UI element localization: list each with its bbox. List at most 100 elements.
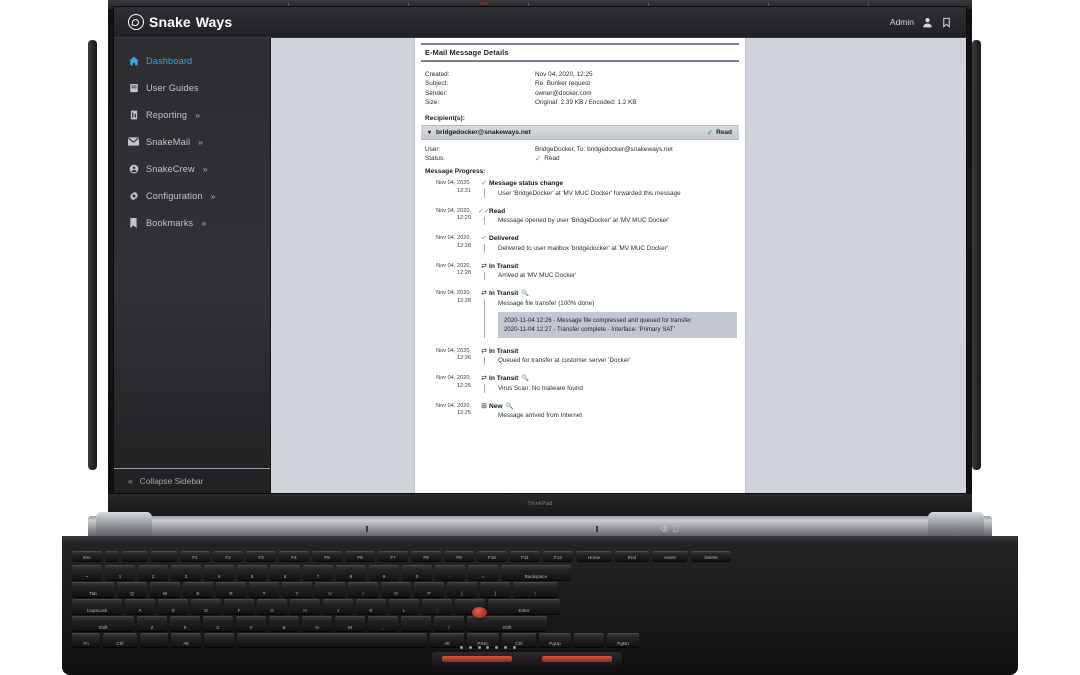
keyboard-key[interactable]: M	[335, 616, 365, 631]
sidebar-item-snakemail[interactable]: SnakeMail »	[114, 128, 270, 155]
keyboard-key[interactable]: C	[203, 616, 233, 631]
keyboard-key[interactable]: X	[170, 616, 200, 631]
keyboard-key[interactable]: F8	[411, 551, 441, 561]
keyboard-key[interactable]: Enter	[488, 599, 560, 614]
keyboard-key[interactable]: 9	[369, 565, 399, 580]
sidebar-item-configuration[interactable]: Configuration »	[114, 182, 270, 209]
keyboard-key[interactable]: Tab	[72, 582, 114, 597]
keyboard-key[interactable]: =	[468, 565, 498, 580]
sidebar-item-user-guides[interactable]: User Guides	[114, 74, 270, 101]
keyboard-key[interactable]: O	[381, 582, 411, 597]
keyboard-key[interactable]: Shift	[467, 616, 547, 631]
keyboard-key[interactable]: Delete	[691, 551, 731, 561]
keyboard-key[interactable]: 4	[204, 565, 234, 580]
keyboard-key[interactable]: I	[348, 582, 378, 597]
keyboard-key[interactable]	[237, 633, 427, 647]
keyboard-key[interactable]: /	[434, 616, 464, 631]
keyboard-key[interactable]: K	[356, 599, 386, 614]
keyboard-key[interactable]	[574, 633, 604, 647]
keyboard-key[interactable]: Home	[576, 551, 612, 561]
keyboard-key[interactable]: W	[150, 582, 180, 597]
keyboard-key[interactable]	[204, 633, 234, 647]
trackpoint-nub[interactable]	[472, 607, 487, 618]
keyboard-key[interactable]: 5	[237, 565, 267, 580]
keyboard-key[interactable]: -	[435, 565, 465, 580]
keyboard-key[interactable]: B	[269, 616, 299, 631]
bookmark-icon[interactable]	[941, 17, 952, 28]
keyboard-key[interactable]: ~	[72, 565, 102, 580]
keyboard-key[interactable]: PgUp	[539, 633, 571, 647]
keyboard-key[interactable]: F	[224, 599, 254, 614]
keyboard-key[interactable]: R	[216, 582, 246, 597]
keyboard-key[interactable]: S	[158, 599, 188, 614]
keyboard-key[interactable]: 8	[336, 565, 366, 580]
keyboard-key[interactable]: J	[323, 599, 353, 614]
keyboard-key[interactable]: Y	[282, 582, 312, 597]
keyboard-key[interactable]: Insert	[652, 551, 688, 561]
collapse-sidebar-button[interactable]: « Collapse Sidebar	[114, 468, 270, 493]
keyboard-key[interactable]: [	[447, 582, 477, 597]
keyboard-key[interactable]: End	[615, 551, 649, 561]
keyboard-key[interactable]: V	[236, 616, 266, 631]
magnifier-icon[interactable]: 🔍	[521, 375, 529, 384]
keyboard-key[interactable]: Esc	[72, 551, 102, 561]
keyboard-key[interactable]: F3	[246, 551, 276, 561]
keyboard-key[interactable]: 1	[105, 565, 135, 580]
keyboard-key[interactable]: F7	[378, 551, 408, 561]
keyboard-key[interactable]: PrtSc	[467, 633, 499, 647]
keyboard-key[interactable]: 0	[402, 565, 432, 580]
app-logo[interactable]: Snake Ways	[128, 14, 232, 30]
keyboard-key[interactable]: T	[249, 582, 279, 597]
magnifier-icon[interactable]: 🔍	[506, 403, 514, 412]
keyboard-key[interactable]: F5	[312, 551, 342, 561]
keyboard-key[interactable]: H	[290, 599, 320, 614]
keyboard-key[interactable]: 7	[303, 565, 333, 580]
sidebar-item-dashboard[interactable]: Dashboard	[114, 47, 270, 74]
keyboard-key[interactable]: N	[302, 616, 332, 631]
recipient-row[interactable]: ▾ bridgedocker@snakeways.net ✓ Read	[421, 124, 739, 140]
keyboard-key[interactable]: F11	[510, 551, 540, 561]
keyboard-key[interactable]: F1	[180, 551, 210, 561]
magnifier-icon[interactable]: 🔍	[521, 290, 529, 299]
keyboard-key[interactable]	[122, 551, 148, 561]
keyboard-key[interactable]: F6	[345, 551, 375, 561]
chevron-down-icon[interactable]: ▾	[428, 129, 431, 136]
keyboard-key[interactable]: PgDn	[607, 633, 639, 647]
keyboard-key[interactable]: A	[125, 599, 155, 614]
keyboard-key[interactable]: E	[183, 582, 213, 597]
keyboard-key[interactable]: D	[191, 599, 221, 614]
keyboard-key[interactable]: Ctrl	[103, 633, 137, 647]
sidebar-item-reporting[interactable]: Reporting »	[114, 101, 270, 128]
keyboard-key[interactable]: P	[414, 582, 444, 597]
sidebar-item-bookmarks[interactable]: Bookmarks »	[114, 209, 270, 236]
user-icon[interactable]	[922, 17, 933, 28]
keyboard-key[interactable]: ;	[422, 599, 452, 614]
keyboard-key[interactable]: G	[257, 599, 287, 614]
keyboard-key[interactable]: Backspace	[501, 565, 571, 580]
keyboard-key[interactable]: .	[401, 616, 431, 631]
keyboard-key[interactable]: L	[389, 599, 419, 614]
keyboard-key[interactable]: Shift	[72, 616, 134, 631]
keyboard-key[interactable]: Ctrl	[502, 633, 536, 647]
keyboard-key[interactable]: \	[513, 582, 557, 597]
keyboard-key[interactable]: 3	[171, 565, 201, 580]
keyboard-key[interactable]: Alt	[171, 633, 201, 647]
keyboard-key[interactable]: F12	[543, 551, 573, 561]
keyboard-key[interactable]	[105, 551, 119, 561]
keyboard-key[interactable]: Q	[117, 582, 147, 597]
keyboard-key[interactable]: 2	[138, 565, 168, 580]
sidebar-item-snakecrew[interactable]: SnakeCrew »	[114, 155, 270, 182]
keyboard-key[interactable]: 6	[270, 565, 300, 580]
keyboard-key[interactable]	[151, 551, 177, 561]
keyboard-key[interactable]: ]	[480, 582, 510, 597]
admin-label[interactable]: Admin	[890, 17, 914, 27]
trackpoint-buttons[interactable]	[432, 652, 622, 666]
keyboard-key[interactable]: Fn	[72, 633, 100, 647]
keyboard-key[interactable]: F9	[444, 551, 474, 561]
keyboard-key[interactable]: F10	[477, 551, 507, 561]
keyboard-key[interactable]: F4	[279, 551, 309, 561]
keyboard-key[interactable]: CapsLock	[72, 599, 122, 614]
keyboard-key[interactable]: U	[315, 582, 345, 597]
keyboard-key[interactable]: ,	[368, 616, 398, 631]
keyboard-key[interactable]: F2	[213, 551, 243, 561]
